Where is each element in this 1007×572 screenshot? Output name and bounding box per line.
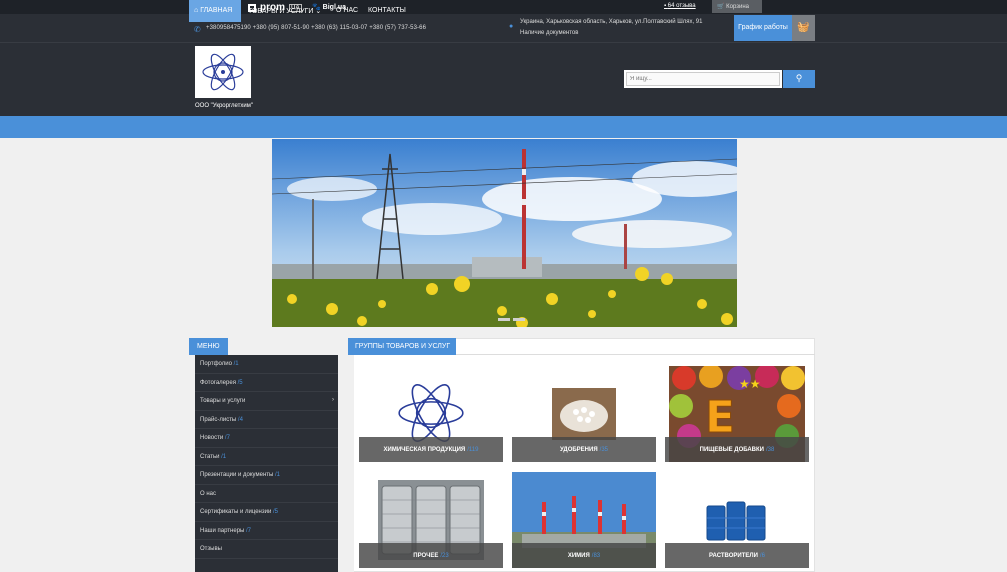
barrels-image (706, 501, 766, 541)
top-bar (0, 0, 1007, 14)
menu-item-certificates[interactable]: Сертификаты и лицензии /5 (195, 503, 338, 522)
schedule-button[interactable]: График работы (734, 15, 792, 41)
atom-logo-icon (202, 53, 244, 91)
side-menu: Портфолио /1 Фотогалерея /5 Товары и усл… (195, 355, 338, 572)
docs-link[interactable]: Наличие документов (520, 30, 578, 36)
chevron-down-icon: ⌄ (313, 8, 322, 15)
hero-banner[interactable] (272, 139, 737, 327)
nav-contacts[interactable]: КОНТАКТЫ (368, 0, 406, 22)
cart-icon: 🛒 (717, 4, 727, 10)
company-logo[interactable] (195, 46, 251, 98)
nav-products[interactable]: ТОВАРЫ И УСЛУГИ ⌄ (248, 0, 321, 22)
location-icon: ● (509, 23, 514, 30)
tile-label: Прочее/23 (359, 543, 503, 568)
nav-about[interactable]: О НАС (336, 0, 358, 22)
company-name: ООО "Укрорглетхим" (195, 103, 254, 109)
group-tile-solvents[interactable]: Растворители/6 (665, 472, 809, 568)
search-input[interactable] (626, 72, 780, 86)
reviews-link[interactable]: ▪ 64 отзыва (664, 3, 696, 9)
menu-item-pricelists[interactable]: Прайс-листы /4 (195, 411, 338, 429)
slider-dots[interactable] (498, 318, 525, 321)
cart-label: Корзина (726, 4, 749, 10)
site-header (0, 14, 1007, 116)
menu-item-reviews[interactable]: Отзывы (195, 540, 338, 559)
tile-label: Химия/83 (512, 543, 656, 568)
nav-home-label: ГЛАВНАЯ (200, 7, 233, 14)
groups-title: ГРУППЫ ТОВАРОВ И УСЛУГ (348, 338, 456, 355)
svg-text:E: E (705, 392, 735, 443)
menu-item-news[interactable]: Новости /7 (195, 429, 338, 448)
menu-item-presentations[interactable]: Презентации и документы /1 (195, 466, 338, 485)
reviews-label: 64 отзыва (667, 3, 696, 9)
phone-icon: ✆ (194, 25, 201, 34)
menu-item-articles[interactable]: Статьи /1 (195, 448, 338, 466)
groups-divider (456, 354, 815, 355)
cart-button[interactable]: 🛒 Корзина (712, 0, 762, 13)
group-tile-chemical[interactable]: Химическая продукция/119 (359, 366, 503, 462)
menu-item-gallery[interactable]: Фотогалерея /5 (195, 374, 338, 392)
tile-label: Растворители/6 (665, 543, 809, 568)
tile-label: Пищевые добавки/38 (665, 437, 809, 462)
group-tile-chemistry[interactable]: Химия/83 (512, 472, 656, 568)
granules-image (552, 388, 616, 440)
tile-label: Химическая продукция/119 (359, 437, 503, 462)
industrial-field-image (272, 139, 737, 327)
menu-item-portfolio[interactable]: Портфолио /1 (195, 355, 338, 374)
search-button[interactable]: ⚲ (783, 70, 815, 88)
search-icon: ⚲ (795, 73, 803, 83)
main-nav (0, 116, 1007, 138)
menu-item-partners[interactable]: Наши партнеры /7 (195, 522, 338, 540)
group-tile-food-additives[interactable]: E ★★ Пищевые добавки/38 (665, 366, 809, 462)
chevron-right-icon: › (332, 397, 334, 403)
menu-item-products[interactable]: Товары и услуги › (195, 392, 338, 411)
nav-home[interactable]: ⌂ ГЛАВНАЯ (189, 0, 241, 22)
group-tile-fertilizers[interactable]: Удобрения/35 (512, 366, 656, 462)
phone-numbers[interactable]: +380958475190 +380 (95) 807-51-90 +380 (… (206, 25, 426, 31)
tile-label: Удобрения/35 (512, 437, 656, 462)
menu-title: МЕНЮ (189, 338, 228, 355)
group-tile-other[interactable]: Прочее/23 (359, 472, 503, 568)
address: Украина, Харьковская область, Харьков, у… (520, 19, 703, 25)
search-box (624, 70, 782, 88)
svg-text:★★: ★★ (739, 377, 761, 391)
nav-products-label: ТОВАРЫ И УСЛУГИ (248, 8, 314, 15)
basket-icon[interactable]: 🧺 (792, 15, 815, 41)
slider-dot[interactable] (498, 318, 510, 321)
header-divider (0, 42, 1007, 43)
slider-dot[interactable] (513, 318, 525, 321)
menu-item-about[interactable]: О нас (195, 485, 338, 503)
